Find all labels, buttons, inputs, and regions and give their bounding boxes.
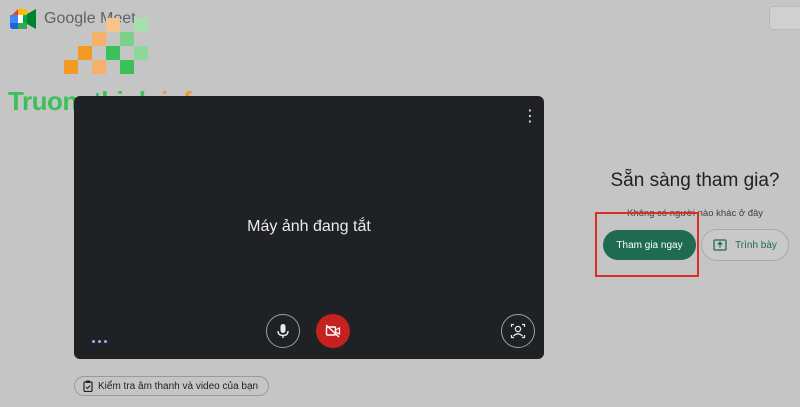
present-button[interactable]: Trình bày <box>701 229 789 261</box>
visual-effects-button[interactable] <box>501 314 535 348</box>
camera-toggle-button[interactable] <box>316 314 350 348</box>
camera-off-icon <box>325 324 341 338</box>
mic-icon <box>277 324 289 338</box>
video-preview: ⋮ Máy ảnh đang tắt <box>74 96 544 359</box>
join-now-label: Tham gia ngay <box>616 239 683 251</box>
ready-to-join-title: Sẵn sàng tham gia? <box>610 170 780 191</box>
present-screen-icon <box>713 239 727 251</box>
audio-level-indicator <box>92 340 107 343</box>
present-label: Trình bày <box>735 239 777 251</box>
account-area[interactable] <box>769 6 800 30</box>
watermark-squares-icon <box>64 18 164 88</box>
camera-off-status: Máy ảnh đang tắt <box>247 218 371 235</box>
more-options-icon[interactable]: ⋮ <box>522 108 538 126</box>
check-audio-video-label: Kiểm tra âm thanh và video của bạn <box>98 380 259 392</box>
effects-icon <box>510 323 526 339</box>
join-now-button[interactable]: Tham gia ngay <box>603 230 696 260</box>
check-audio-video-button[interactable]: Kiểm tra âm thanh và video của bạn <box>74 376 270 396</box>
microphone-button[interactable] <box>266 314 300 348</box>
clipboard-check-icon <box>83 380 93 392</box>
